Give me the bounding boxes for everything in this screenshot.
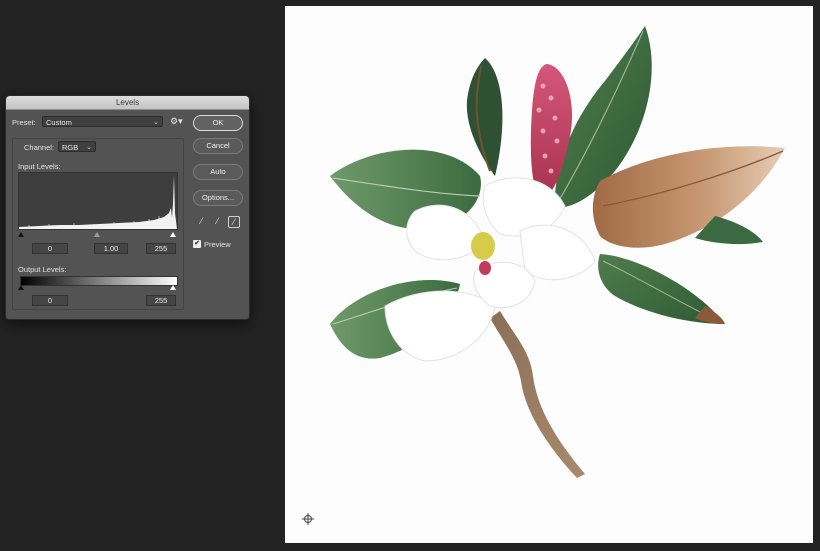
cancel-button[interactable]: Cancel — [193, 138, 243, 154]
input-black-slider[interactable] — [18, 232, 24, 237]
input-levels-label: Input Levels: — [18, 162, 61, 171]
input-black-field[interactable]: 0 — [32, 243, 68, 254]
document-canvas[interactable] — [285, 6, 813, 543]
options-button[interactable]: Options... — [193, 190, 243, 206]
output-white-slider[interactable] — [170, 285, 176, 290]
crosshair-icon — [302, 513, 314, 525]
output-white-field[interactable]: 255 — [146, 295, 176, 306]
preview-checkbox[interactable]: ✔ — [193, 240, 201, 248]
gear-icon[interactable]: ⚙▾ — [170, 116, 183, 127]
white-eyedropper-icon[interactable]: ⁄ — [228, 216, 240, 228]
preset-value: Custom — [46, 118, 72, 127]
channel-value: RGB — [62, 143, 79, 152]
ok-button[interactable]: OK — [193, 115, 243, 131]
input-gamma-slider[interactable] — [94, 232, 100, 237]
channel-dropdown[interactable]: RGB ⌄ — [58, 141, 96, 152]
chevron-down-icon: ⌄ — [153, 119, 159, 126]
input-white-field[interactable]: 255 — [146, 243, 176, 254]
output-levels-label: Output Levels: — [18, 265, 67, 274]
auto-button[interactable]: Auto — [193, 164, 243, 180]
levels-dialog: Levels Preset: Custom ⌄ ⚙▾ OK Cancel Aut… — [5, 95, 250, 320]
magnolia-illustration — [330, 26, 785, 478]
input-gamma-field[interactable]: 1.00 — [94, 243, 128, 254]
input-white-slider[interactable] — [170, 232, 176, 237]
dialog-title: Levels — [115, 98, 140, 107]
preset-label: Preset: — [12, 118, 36, 127]
output-black-field[interactable]: 0 — [32, 295, 68, 306]
preset-dropdown[interactable]: Custom ⌄ — [42, 116, 163, 127]
histogram — [18, 172, 178, 230]
output-black-slider[interactable] — [18, 285, 24, 290]
chevron-down-icon: ⌄ — [86, 144, 92, 151]
input-slider-track[interactable] — [18, 230, 178, 238]
dialog-titlebar[interactable]: Levels — [6, 96, 249, 110]
channel-label: Channel: — [24, 143, 55, 152]
gray-eyedropper-icon[interactable]: ⁄ — [212, 216, 223, 227]
output-slider-track[interactable] — [18, 285, 178, 291]
preview-label: Preview — [204, 240, 231, 249]
black-eyedropper-icon[interactable]: ⁄ — [196, 216, 207, 227]
